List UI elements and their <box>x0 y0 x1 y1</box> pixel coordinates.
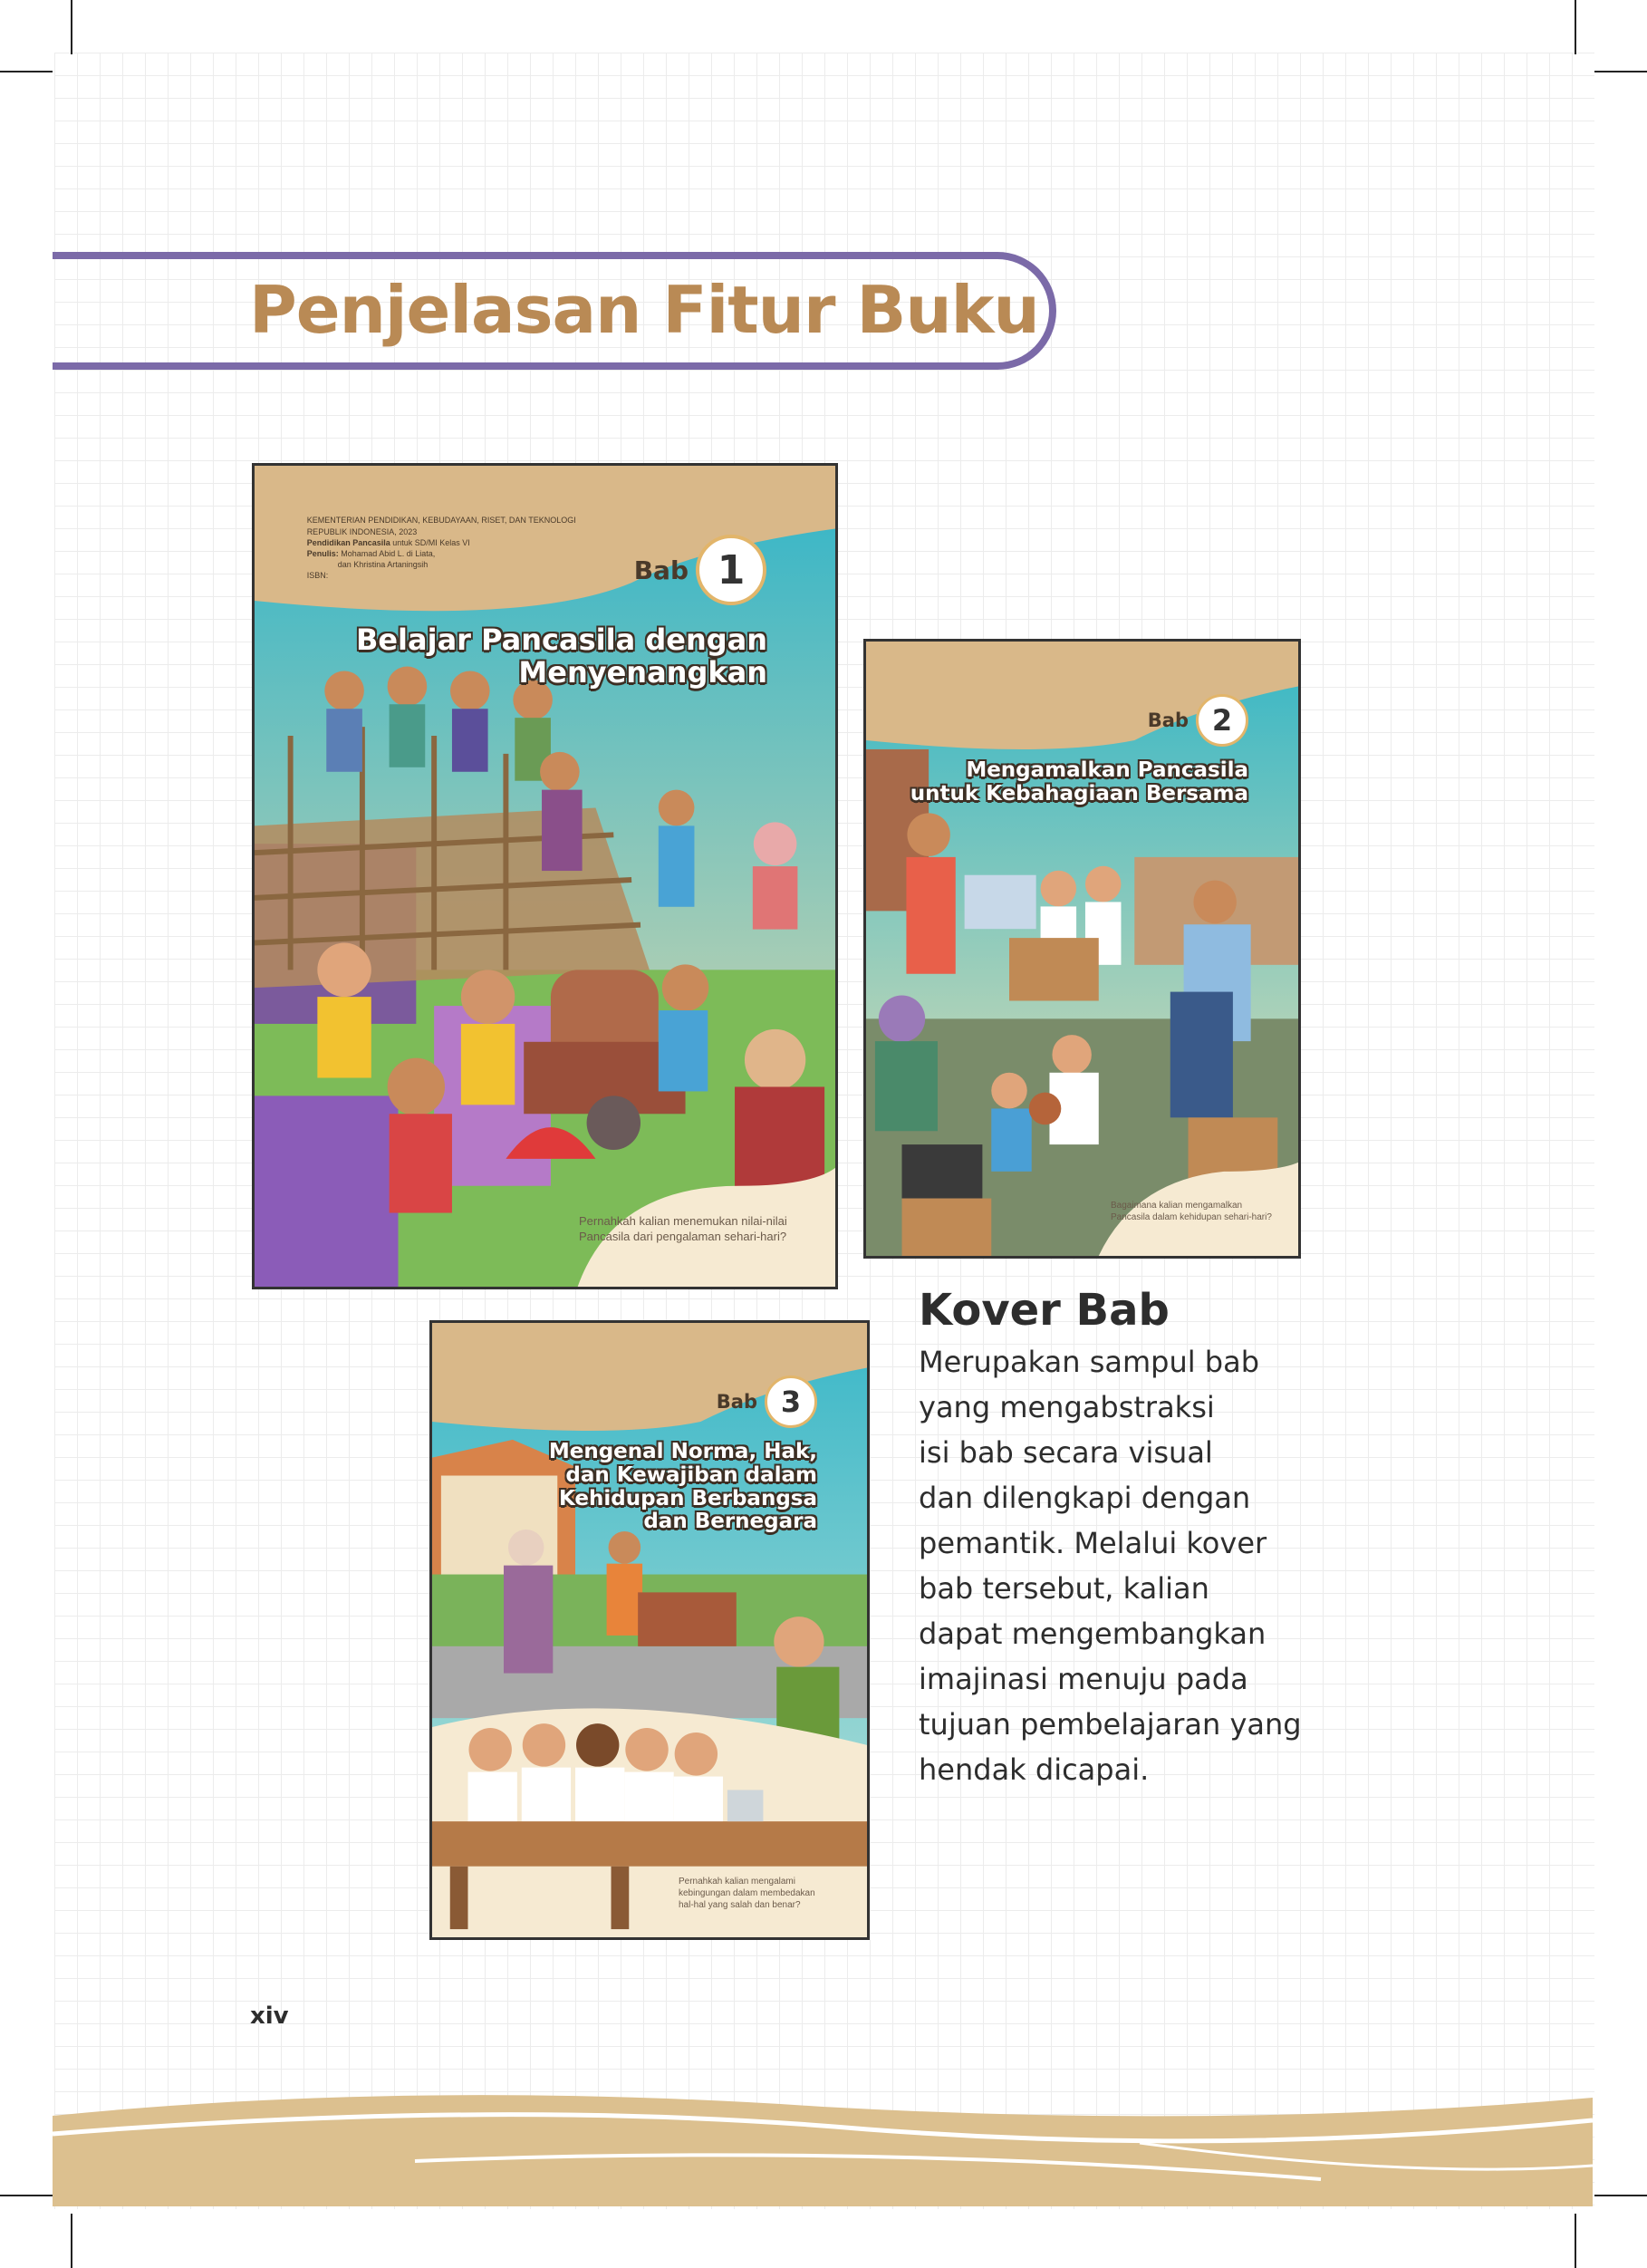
crop-mark <box>0 2195 53 2196</box>
crop-mark <box>1575 0 1576 54</box>
isbn-label: ISBN: <box>306 571 329 581</box>
cover-title-line: Menyenangkan <box>518 654 767 690</box>
cover-2-title: Mengamalkan Pancasila untuk Kebahagiaan … <box>910 758 1248 806</box>
country-year-text: REPUBLIK INDONESIA, 2023 <box>306 526 418 536</box>
description-line: Merupakan sampul bab <box>919 1345 1260 1379</box>
question-line: Pancasila dalam kehidupan sehari-hari? <box>1111 1212 1272 1222</box>
cover-title-line: untuk Kebahagiaan Bersama <box>910 781 1248 806</box>
description-line: bab tersebut, kalian <box>919 1571 1209 1606</box>
description-line: tujuan pembelajaran yang <box>919 1707 1302 1742</box>
bab-label: Bab <box>1147 709 1189 731</box>
description-line: imajinasi menuju pada <box>919 1662 1248 1696</box>
cover-3-question: Pernahkah kalian mengalami kebingungan d… <box>679 1876 815 1911</box>
author-value: Mohamad Abid L. di Liata, <box>341 548 436 558</box>
subject-value: untuk SD/MI Kelas VI <box>392 537 470 547</box>
bab-number: 3 <box>765 1375 817 1428</box>
crop-mark <box>71 0 72 54</box>
cover-1-meta: KEMENTERIAN PENDIDIKAN, KEBUDAYAAN, RISE… <box>307 515 656 581</box>
description-line: yang mengabstraksi <box>919 1390 1215 1424</box>
bab-badge-2: Bab 2 <box>1148 694 1248 747</box>
description-line: dapat mengembangkan <box>919 1617 1267 1651</box>
page-title: Penjelasan Fitur Buku <box>249 272 1040 348</box>
bab-label: Bab <box>716 1391 757 1413</box>
bab-number: 1 <box>696 535 766 605</box>
author-label: Penulis: <box>306 548 339 558</box>
bab-badge-1: Bab 1 <box>634 535 766 605</box>
question-line: Pernahkah kalian mengalami <box>679 1877 795 1887</box>
subject-label: Pendidikan Pancasila <box>306 537 390 547</box>
crop-mark <box>1575 2214 1576 2268</box>
crop-mark <box>1594 71 1647 72</box>
author-line: Penulis: Mohamad Abid L. di Liata, <box>307 548 656 559</box>
kover-description: Merupakan sampul bab yang mengabstraksi … <box>919 1339 1326 1792</box>
question-line: Pancasila dari pengalaman sehari-hari? <box>579 1229 787 1243</box>
cover-bab-2: Bab 2 Mengamalkan Pancasila untuk Kebaha… <box>863 639 1301 1259</box>
question-line: hal-hal yang salah dan benar? <box>679 1900 801 1910</box>
ministry-text: KEMENTERIAN PENDIDIKAN, KEBUDAYAAN, RISE… <box>306 516 576 526</box>
cover-title-line: dan Kewajiban dalam <box>565 1462 817 1487</box>
author-value-2: dan Khristina Artaningsih <box>337 559 429 569</box>
cover-title-line: Mengamalkan Pancasila <box>966 758 1248 782</box>
footer-wave <box>53 2095 1593 2206</box>
bab-badge-3: Bab 3 <box>717 1375 817 1428</box>
cover-2-question: Bagaimana kalian mengamalkan Pancasila d… <box>1111 1200 1272 1223</box>
kover-heading: Kover Bab <box>919 1285 1170 1336</box>
cover-1-question: Pernahkah kalian menemukan nilai-nilai P… <box>579 1214 787 1245</box>
cover-title-line: Belajar Pancasila dengan <box>355 622 767 657</box>
description-line: isi bab secara visual <box>919 1435 1213 1470</box>
question-line: kebingungan dalam membedakan <box>679 1888 815 1898</box>
description-line: pemantik. Melalui kover <box>919 1526 1267 1560</box>
bab-label: Bab <box>633 555 689 585</box>
cover-bab-1: KEMENTERIAN PENDIDIKAN, KEBUDAYAAN, RISE… <box>252 463 838 1289</box>
crop-mark <box>71 2214 72 2268</box>
crop-mark <box>1594 2195 1647 2196</box>
cover-title-line: Kehidupan Berbangsa <box>559 1486 817 1510</box>
cover-bab-3: Bab 3 Mengenal Norma, Hak, dan Kewajiban… <box>429 1320 870 1940</box>
page-number: xiv <box>250 2003 289 2030</box>
description-line: dan dilengkapi dengan <box>919 1481 1251 1515</box>
subject-line: Pendidikan Pancasila untuk SD/MI Kelas V… <box>307 537 656 548</box>
cover-title-line: dan Bernegara <box>643 1510 817 1534</box>
cover-1-title: Belajar Pancasila dengan Menyenangkan <box>355 622 767 690</box>
cover-3-title: Mengenal Norma, Hak, dan Kewajiban dalam… <box>548 1440 817 1534</box>
crop-mark <box>0 71 53 72</box>
bab-number: 2 <box>1196 694 1248 747</box>
question-line: Bagaimana kalian mengamalkan <box>1111 1201 1243 1211</box>
question-line: Pernahkah kalian menemukan nilai-nilai <box>579 1214 787 1228</box>
description-line: hendak dicapai. <box>919 1752 1150 1787</box>
cover-title-line: Mengenal Norma, Hak, <box>548 1440 817 1463</box>
